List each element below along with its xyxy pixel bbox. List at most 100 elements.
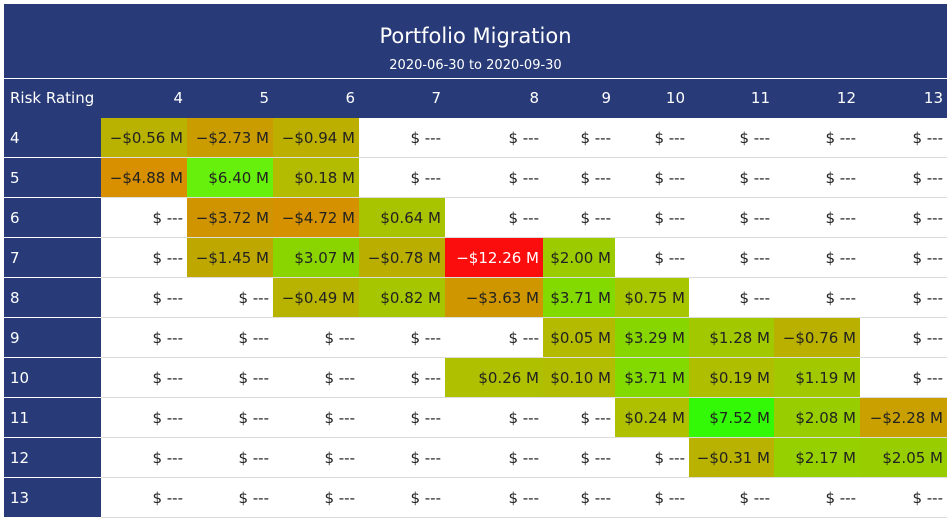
- migration-cell: −$0.49 M: [273, 277, 359, 318]
- migration-cell: $0.24 M: [615, 397, 689, 438]
- migration-cell: $ ---: [359, 477, 445, 518]
- table-row: 12 $ --- $ --- $ --- $ --- $ --- $ --- $ --- −$0…: [4, 437, 947, 478]
- migration-cell: −$0.76 M: [774, 317, 860, 358]
- migration-cell: $ ---: [689, 197, 774, 238]
- migration-cell: $0.75 M: [615, 277, 689, 318]
- migration-cell: $ ---: [774, 117, 860, 158]
- migration-cell: $ ---: [359, 317, 445, 358]
- migration-cell: $2.08 M: [774, 397, 860, 438]
- migration-cell: $ ---: [860, 117, 947, 158]
- migration-cell: $ ---: [445, 117, 543, 158]
- migration-cell: $ ---: [359, 157, 445, 198]
- migration-cell: $0.64 M: [359, 197, 445, 238]
- migration-cell: $ ---: [187, 477, 273, 518]
- migration-cell: $ ---: [543, 197, 615, 238]
- column-header: 8: [445, 78, 543, 118]
- migration-cell: $3.07 M: [273, 237, 359, 278]
- column-header: 7: [359, 78, 445, 118]
- migration-cell: $ ---: [273, 437, 359, 478]
- migration-cell: −$1.45 M: [187, 237, 273, 278]
- migration-cell: $0.05 M: [543, 317, 615, 358]
- migration-cell: $3.71 M: [543, 277, 615, 318]
- migration-cell: $ ---: [689, 477, 774, 518]
- column-header: 9: [543, 78, 615, 118]
- migration-cell: $ ---: [689, 117, 774, 158]
- migration-cell: $ ---: [774, 477, 860, 518]
- row-header: 5: [4, 157, 101, 198]
- migration-cell: $ ---: [273, 477, 359, 518]
- migration-cell: $ ---: [445, 197, 543, 238]
- row-header: 10: [4, 357, 101, 398]
- migration-cell: $ ---: [187, 357, 273, 398]
- migration-cell: −$4.72 M: [273, 197, 359, 238]
- migration-cell: $ ---: [774, 197, 860, 238]
- migration-cell: −$2.73 M: [187, 117, 273, 158]
- table-row: 7 $ --- −$1.45 M $3.07 M −$0.78 M −$12.26 M $2…: [4, 237, 947, 278]
- migration-cell: $ ---: [774, 237, 860, 278]
- row-header: 8: [4, 277, 101, 318]
- migration-cell: $1.28 M: [689, 317, 774, 358]
- row-header: 12: [4, 437, 101, 478]
- migration-cell: $ ---: [615, 157, 689, 198]
- column-header: 12: [774, 78, 860, 118]
- migration-cell: $ ---: [860, 317, 947, 358]
- migration-cell: $ ---: [445, 317, 543, 358]
- migration-cell: $ ---: [101, 197, 187, 238]
- migration-cell: $ ---: [543, 117, 615, 158]
- column-header: 5: [187, 78, 273, 118]
- migration-cell: $ ---: [860, 157, 947, 198]
- column-header: 6: [273, 78, 359, 118]
- migration-cell: $ ---: [359, 437, 445, 478]
- migration-cell: $ ---: [273, 357, 359, 398]
- migration-cell: $6.40 M: [187, 157, 273, 198]
- report-header: Portfolio Migration 2020-06-30 to 2020-0…: [4, 4, 947, 78]
- migration-cell: $0.10 M: [543, 357, 615, 398]
- migration-cell: $ ---: [860, 237, 947, 278]
- migration-cell: $ ---: [860, 477, 947, 518]
- migration-cell: $ ---: [101, 317, 187, 358]
- migration-cell: $ ---: [543, 157, 615, 198]
- migration-cell: −$4.88 M: [101, 157, 187, 198]
- migration-cell: $ ---: [187, 277, 273, 318]
- migration-cell: $ ---: [615, 197, 689, 238]
- risk-rating-header: Risk Rating: [4, 78, 101, 118]
- migration-cell: $ ---: [101, 477, 187, 518]
- row-header: 4: [4, 117, 101, 158]
- migration-cell: $ ---: [101, 277, 187, 318]
- migration-cell: $ ---: [615, 117, 689, 158]
- migration-cell: $ ---: [774, 277, 860, 318]
- row-header: 6: [4, 197, 101, 238]
- migration-cell: −$2.28 M: [860, 397, 947, 438]
- migration-cell: −$3.63 M: [445, 277, 543, 318]
- migration-cell: $ ---: [359, 117, 445, 158]
- migration-cell: $0.18 M: [273, 157, 359, 198]
- row-header: 9: [4, 317, 101, 358]
- migration-cell: $ ---: [774, 157, 860, 198]
- migration-cell: $ ---: [445, 477, 543, 518]
- migration-report: Portfolio Migration 2020-06-30 to 2020-0…: [0, 0, 952, 525]
- migration-cell: $0.82 M: [359, 277, 445, 318]
- table-row: 4 −$0.56 M −$2.73 M −$0.94 M $ --- $ --- $ ---…: [4, 117, 947, 158]
- column-header: 13: [860, 78, 947, 118]
- migration-cell: $ ---: [689, 157, 774, 198]
- migration-cell: $0.19 M: [689, 357, 774, 398]
- migration-cell: $ ---: [187, 317, 273, 358]
- column-header: 11: [689, 78, 774, 118]
- migration-cell: −$0.56 M: [101, 117, 187, 158]
- column-header: 4: [101, 78, 187, 118]
- migration-cell: $ ---: [860, 357, 947, 398]
- migration-cell: $3.29 M: [615, 317, 689, 358]
- migration-cell: $1.19 M: [774, 357, 860, 398]
- table-row: 8 $ --- $ --- −$0.49 M $0.82 M −$3.63 M $3.71 …: [4, 277, 947, 318]
- migration-cell: $2.17 M: [774, 437, 860, 478]
- row-header: 11: [4, 397, 101, 438]
- migration-cell: $ ---: [860, 277, 947, 318]
- migration-cell: $ ---: [101, 437, 187, 478]
- row-header: 13: [4, 477, 101, 518]
- migration-cell: −$0.94 M: [273, 117, 359, 158]
- migration-cell: $ ---: [445, 437, 543, 478]
- migration-cell: $ ---: [101, 357, 187, 398]
- migration-cell: $ ---: [101, 397, 187, 438]
- table-row: 5 −$4.88 M $6.40 M $0.18 M $ --- $ --- $ --- $ …: [4, 157, 947, 198]
- column-header-row: Risk Rating 4 5 6 7 8 9 10 11 12 13: [4, 78, 947, 118]
